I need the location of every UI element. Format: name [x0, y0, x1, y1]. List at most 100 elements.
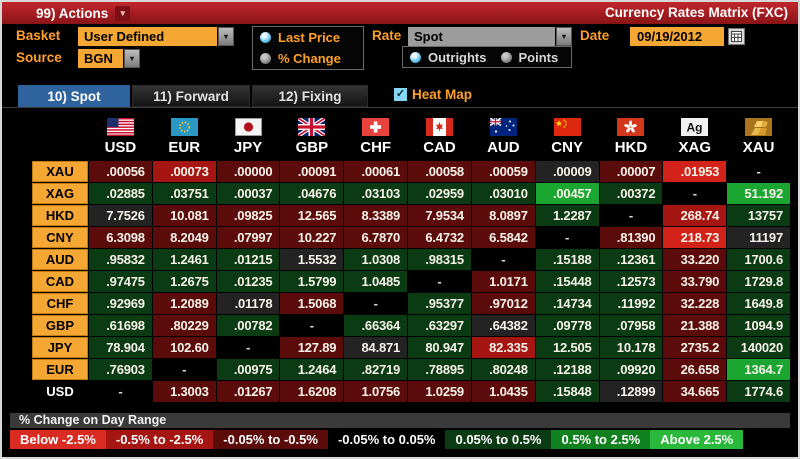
rate-cell-hkd-xau[interactable]: 13757 [727, 205, 790, 226]
chevron-down-icon[interactable]: ▾ [218, 27, 234, 46]
rate-cell-chf-jpy[interactable]: .01178 [217, 293, 280, 314]
row-label-aud[interactable]: AUD [32, 249, 88, 270]
rate-cell-gbp-aud[interactable]: .64382 [472, 315, 535, 336]
rate-cell-cad-xau[interactable]: 1729.8 [727, 271, 790, 292]
rate-cell-jpy-cny[interactable]: 12.505 [536, 337, 599, 358]
rate-cell-gbp-eur[interactable]: .80229 [153, 315, 216, 336]
pct-change-option[interactable]: % Change [253, 48, 363, 69]
rate-cell-cny-eur[interactable]: 8.2049 [153, 227, 216, 248]
rate-cell-jpy-jpy[interactable]: - [217, 337, 280, 358]
rate-cell-aud-xag[interactable]: 33.220 [663, 249, 726, 270]
rate-cell-eur-gbp[interactable]: 1.2464 [280, 359, 343, 380]
rate-cell-eur-cny[interactable]: .12188 [536, 359, 599, 380]
rate-cell-eur-chf[interactable]: .82719 [344, 359, 407, 380]
rate-cell-xag-eur[interactable]: .03751 [153, 183, 216, 204]
rate-cell-aud-aud[interactable]: - [472, 249, 535, 270]
rate-cell-chf-hkd[interactable]: .11992 [600, 293, 663, 314]
tab-forward[interactable]: 11) Forward [132, 85, 250, 107]
rate-cell-xag-hkd[interactable]: .00372 [600, 183, 663, 204]
rate-cell-cad-xag[interactable]: 33.790 [663, 271, 726, 292]
rate-cell-gbp-jpy[interactable]: .00782 [217, 315, 280, 336]
row-label-hkd[interactable]: HKD [32, 205, 88, 226]
chevron-down-icon[interactable]: ▾ [124, 49, 140, 68]
row-label-xag[interactable]: XAG [32, 183, 88, 204]
date-input[interactable]: 09/19/2012 [630, 27, 724, 46]
rate-cell-aud-usd[interactable]: .95832 [89, 249, 152, 270]
rate-cell-xag-xag[interactable]: - [663, 183, 726, 204]
rate-cell-xag-aud[interactable]: .03010 [472, 183, 535, 204]
rate-dropdown[interactable]: Spot ▾ [408, 27, 572, 46]
rate-cell-usd-gbp[interactable]: 1.6208 [280, 381, 343, 402]
column-header-gbp[interactable]: GBP [280, 115, 343, 157]
rate-cell-jpy-usd[interactable]: 78.904 [89, 337, 152, 358]
rate-cell-chf-chf[interactable]: - [344, 293, 407, 314]
rate-cell-eur-jpy[interactable]: .00975 [217, 359, 280, 380]
rate-cell-xau-xau[interactable]: - [727, 161, 790, 182]
rate-cell-cny-aud[interactable]: 6.5842 [472, 227, 535, 248]
rate-cell-usd-jpy[interactable]: .01267 [217, 381, 280, 402]
rate-cell-hkd-cny[interactable]: 1.2287 [536, 205, 599, 226]
rate-cell-aud-cad[interactable]: .98315 [408, 249, 471, 270]
rate-cell-aud-jpy[interactable]: .01215 [217, 249, 280, 270]
rate-cell-eur-xag[interactable]: 26.658 [663, 359, 726, 380]
rate-cell-cad-cny[interactable]: .15448 [536, 271, 599, 292]
chevron-down-icon[interactable]: ▾ [556, 27, 572, 46]
rate-cell-usd-hkd[interactable]: .12899 [600, 381, 663, 402]
rate-cell-cny-usd[interactable]: 6.3098 [89, 227, 152, 248]
rate-cell-xag-gbp[interactable]: .04676 [280, 183, 343, 204]
rate-cell-hkd-eur[interactable]: 10.081 [153, 205, 216, 226]
column-header-chf[interactable]: CHF [344, 115, 407, 157]
basket-dropdown[interactable]: User Defined ▾ [78, 27, 234, 46]
rate-cell-hkd-usd[interactable]: 7.7526 [89, 205, 152, 226]
rate-cell-xau-chf[interactable]: .00061 [344, 161, 407, 182]
rate-cell-jpy-gbp[interactable]: 127.89 [280, 337, 343, 358]
radio-unselected-icon[interactable] [260, 53, 271, 64]
rate-cell-usd-usd[interactable]: - [89, 381, 152, 402]
radio-selected-icon[interactable] [260, 32, 271, 43]
rate-cell-xag-cad[interactable]: .02959 [408, 183, 471, 204]
rate-cell-cny-hkd[interactable]: .81390 [600, 227, 663, 248]
rate-cell-gbp-hkd[interactable]: .07958 [600, 315, 663, 336]
rate-cell-xag-cny[interactable]: .00457 [536, 183, 599, 204]
rate-cell-xau-eur[interactable]: .00073 [153, 161, 216, 182]
rate-cell-cad-chf[interactable]: 1.0485 [344, 271, 407, 292]
rate-cell-gbp-chf[interactable]: .66364 [344, 315, 407, 336]
rate-cell-hkd-hkd[interactable]: - [600, 205, 663, 226]
radio-selected-icon[interactable] [410, 52, 421, 63]
rate-cell-aud-hkd[interactable]: .12361 [600, 249, 663, 270]
column-header-usd[interactable]: USD [89, 115, 152, 157]
rate-cell-gbp-cny[interactable]: .09778 [536, 315, 599, 336]
rate-cell-gbp-xag[interactable]: 21.388 [663, 315, 726, 336]
rate-cell-gbp-xau[interactable]: 1094.9 [727, 315, 790, 336]
rate-cell-usd-chf[interactable]: 1.0756 [344, 381, 407, 402]
rate-cell-eur-xau[interactable]: 1364.7 [727, 359, 790, 380]
rate-cell-chf-cad[interactable]: .95377 [408, 293, 471, 314]
rate-cell-eur-cad[interactable]: .78895 [408, 359, 471, 380]
row-label-chf[interactable]: CHF [32, 293, 88, 314]
rate-cell-usd-eur[interactable]: 1.3003 [153, 381, 216, 402]
row-label-usd[interactable]: USD [32, 381, 88, 402]
rate-cell-xau-gbp[interactable]: .00091 [280, 161, 343, 182]
calendar-icon[interactable] [728, 28, 745, 45]
rate-cell-chf-gbp[interactable]: 1.5068 [280, 293, 343, 314]
rate-cell-xag-xau[interactable]: 51.192 [727, 183, 790, 204]
column-header-hkd[interactable]: HKD [600, 115, 663, 157]
rate-cell-cny-gbp[interactable]: 10.227 [280, 227, 343, 248]
rate-cell-aud-cny[interactable]: .15188 [536, 249, 599, 270]
column-header-xag[interactable]: AgXAG [663, 115, 726, 157]
rate-cell-hkd-jpy[interactable]: .09825 [217, 205, 280, 226]
rate-cell-hkd-chf[interactable]: 8.3389 [344, 205, 407, 226]
actions-menu-button[interactable]: 99) Actions ▾ [30, 3, 136, 23]
rate-cell-cad-hkd[interactable]: .12573 [600, 271, 663, 292]
rate-cell-gbp-usd[interactable]: .61698 [89, 315, 152, 336]
column-header-cad[interactable]: CAD [408, 115, 471, 157]
rate-cell-usd-aud[interactable]: 1.0435 [472, 381, 535, 402]
rate-cell-cad-aud[interactable]: 1.0171 [472, 271, 535, 292]
rate-cell-cad-gbp[interactable]: 1.5799 [280, 271, 343, 292]
rate-cell-cad-eur[interactable]: 1.2675 [153, 271, 216, 292]
source-dropdown[interactable]: BGN ▾ [78, 49, 140, 68]
rate-cell-chf-cny[interactable]: .14734 [536, 293, 599, 314]
rate-cell-cad-jpy[interactable]: .01235 [217, 271, 280, 292]
rate-cell-xau-jpy[interactable]: .00000 [217, 161, 280, 182]
rate-cell-eur-eur[interactable]: - [153, 359, 216, 380]
